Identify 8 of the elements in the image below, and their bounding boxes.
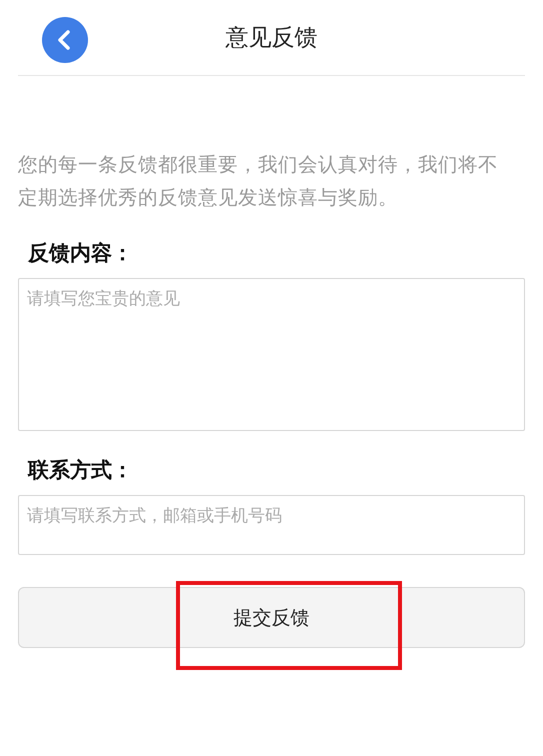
field-label: 联系方式： bbox=[28, 457, 134, 484]
feedback-field[interactable]: 请填写您宝贵的意见 bbox=[18, 278, 525, 431]
submit-button[interactable]: 提交反馈 bbox=[18, 587, 525, 648]
contact-field[interactable]: 请填写联系方式，邮箱或手机号码 bbox=[18, 495, 525, 555]
page-title: 意见反馈 bbox=[226, 24, 318, 53]
field-label: 反馈内容： bbox=[28, 240, 134, 267]
intro-text: 您的每一条反馈都很重要，我们会认真对待，我们将不定期选择优秀的反馈意见发送惊喜与奖励。 bbox=[18, 152, 499, 211]
back-button[interactable] bbox=[42, 17, 88, 63]
